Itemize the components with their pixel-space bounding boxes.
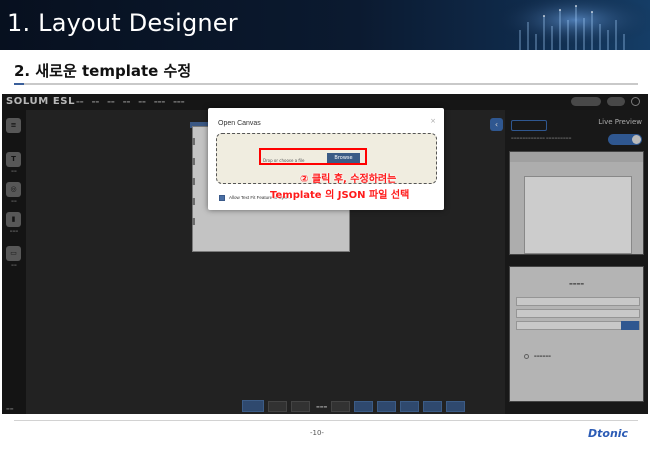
- decorative-data-graphic: [500, 0, 650, 50]
- page-number: -10-: [310, 429, 324, 437]
- annotation-line-2: Template 의 JSON 파일 선택: [270, 190, 410, 201]
- annotation-line-1: ② 클릭 후, 수정하려는: [300, 174, 397, 185]
- close-icon[interactable]: ×: [430, 117, 436, 125]
- section-subtitle: 2. 새로운 template 수정: [14, 62, 192, 80]
- modal-title: Open Canvas: [218, 120, 261, 127]
- page-title: 1. Layout Designer: [7, 9, 238, 37]
- subtitle-divider: [14, 83, 638, 85]
- subtitle-divider-accent: [14, 83, 24, 85]
- brand-logo: Dtonic: [588, 427, 629, 440]
- app-screenshot: SOLUM ESL ▬▬ ▬▬ ▬▬ ▬▬ ▬▬ ▬▬▬ ▬▬▬ ≡ T ▬▬ …: [2, 94, 648, 414]
- slide: 1. Layout Designer 2. 새로운 template 수정 SO…: [0, 0, 650, 450]
- title-bar: 1. Layout Designer: [0, 0, 650, 50]
- text-fit-checkbox[interactable]: [219, 195, 225, 201]
- footer-divider: [14, 420, 638, 421]
- highlight-box: [259, 148, 367, 165]
